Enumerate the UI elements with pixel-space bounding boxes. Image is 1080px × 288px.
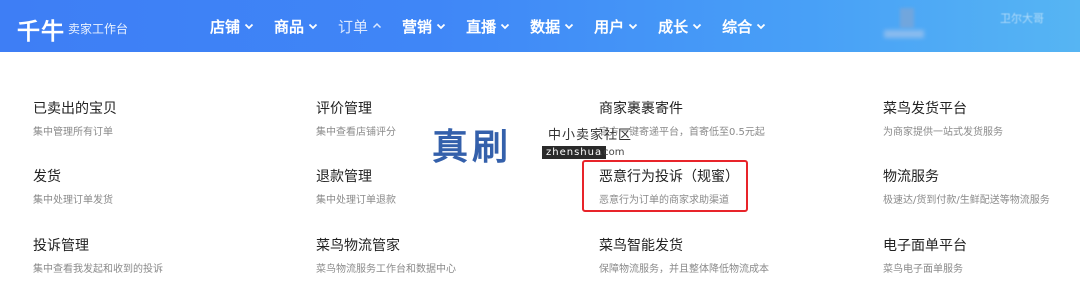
- chevron-down-icon: [500, 21, 510, 31]
- top-navbar: 千牛 卖家工作台 店铺 商品 订单 营销 直播 数据 用户 成长 综合 卫尔大哥: [0, 0, 1080, 52]
- nav-data-label: 数据: [530, 17, 561, 36]
- menu-item-title: 物流服务: [883, 169, 939, 185]
- nav-users-label: 用户: [594, 17, 625, 36]
- menu-item-desc: 极速达/货到付款/生鲜配送等物流服务: [883, 195, 1050, 206]
- nav-general[interactable]: 综合: [722, 16, 766, 37]
- menu-item-reviews[interactable]: 评价管理 集中查看店铺评分: [316, 98, 396, 138]
- menu-item-title: 发货: [33, 169, 61, 185]
- avatar[interactable]: [900, 8, 914, 28]
- nav-goods-label: 商品: [274, 17, 305, 36]
- nav-data[interactable]: 数据: [530, 16, 574, 37]
- menu-item-title: 商家裹裹寄件: [599, 101, 683, 117]
- menu-item-desc: 集中处理订单发货: [33, 195, 113, 206]
- orders-dropdown-menu: 已卖出的宝贝 集中管理所有订单 发货 集中处理订单发货 投诉管理 集中查看我发起…: [0, 52, 1080, 288]
- menu-item-complaints[interactable]: 投诉管理 集中查看我发起和收到的投诉: [33, 235, 163, 275]
- highlight-annotation-box: [582, 160, 748, 212]
- menu-item-e-waybill[interactable]: 电子面单平台 菜鸟电子面单服务: [883, 235, 967, 275]
- user-name[interactable]: 卫尔大哥: [1000, 10, 1044, 26]
- nav-growth[interactable]: 成长: [658, 16, 702, 37]
- nav-marketing-label: 营销: [402, 17, 433, 36]
- menu-item-desc: 保障物流服务，并且整体降低物流成本: [599, 264, 769, 275]
- app-logo[interactable]: 千牛: [17, 12, 65, 46]
- chevron-down-icon: [756, 21, 766, 31]
- menu-item-cainiao-logistics[interactable]: 菜鸟物流管家 菜鸟物流服务工作台和数据中心: [316, 235, 456, 275]
- menu-item-desc: 集中查看我发起和收到的投诉: [33, 264, 163, 275]
- menu-item-logistics-service[interactable]: 物流服务 极速达/货到付款/生鲜配送等物流服务: [883, 166, 1050, 206]
- menu-item-title: 菜鸟智能发货: [599, 238, 683, 254]
- menu-item-desc: 集中管理所有订单: [33, 127, 113, 138]
- nav-marketing[interactable]: 营销: [402, 16, 446, 37]
- menu-item-smart-shipping[interactable]: 菜鸟智能发货 保障物流服务，并且整体降低物流成本: [599, 235, 769, 275]
- menu-item-guoguo-shipping[interactable]: 商家裹裹寄件 官方一键寄递平台，首寄低至0.5元起: [599, 98, 765, 138]
- menu-item-desc: 菜鸟物流服务工作台和数据中心: [316, 264, 456, 275]
- menu-item-title: 电子面单平台: [883, 238, 967, 254]
- nav-shop[interactable]: 店铺: [210, 16, 254, 37]
- chevron-down-icon: [628, 21, 638, 31]
- menu-item-desc: 集中处理订单退款: [316, 195, 396, 206]
- nav-goods[interactable]: 商品: [274, 16, 318, 37]
- menu-item-desc: 菜鸟电子面单服务: [883, 264, 963, 275]
- menu-item-title: 菜鸟发货平台: [883, 101, 967, 117]
- chevron-up-icon: [372, 21, 382, 31]
- menu-item-desc: 集中查看店铺评分: [316, 127, 396, 138]
- nav-growth-label: 成长: [658, 17, 689, 36]
- nav-orders[interactable]: 订单: [338, 16, 382, 37]
- menu-item-sold-items[interactable]: 已卖出的宝贝 集中管理所有订单: [33, 98, 117, 138]
- chevron-down-icon: [244, 21, 254, 31]
- app-subtitle: 卖家工作台: [68, 22, 129, 36]
- menu-item-title: 评价管理: [316, 101, 372, 117]
- avatar-shadow: [884, 30, 924, 38]
- menu-item-title: 投诉管理: [33, 238, 89, 254]
- chevron-down-icon: [308, 21, 318, 31]
- nav-users[interactable]: 用户: [594, 16, 638, 37]
- nav-live-label: 直播: [466, 17, 497, 36]
- nav-live[interactable]: 直播: [466, 16, 510, 37]
- main-nav: 店铺 商品 订单 营销 直播 数据 用户 成长 综合: [210, 0, 786, 52]
- menu-item-ship[interactable]: 发货 集中处理订单发货: [33, 166, 113, 206]
- menu-item-title: 已卖出的宝贝: [33, 101, 117, 117]
- chevron-down-icon: [564, 21, 574, 31]
- menu-item-cainiao-ship-platform[interactable]: 菜鸟发货平台 为商家提供一站式发货服务: [883, 98, 1003, 138]
- menu-item-title: 菜鸟物流管家: [316, 238, 400, 254]
- nav-orders-label: 订单: [338, 17, 369, 36]
- chevron-down-icon: [692, 21, 702, 31]
- menu-item-desc: 为商家提供一站式发货服务: [883, 127, 1003, 138]
- menu-item-desc: 官方一键寄递平台，首寄低至0.5元起: [599, 127, 765, 138]
- nav-general-label: 综合: [722, 17, 753, 36]
- chevron-down-icon: [436, 21, 446, 31]
- menu-item-refunds[interactable]: 退款管理 集中处理订单退款: [316, 166, 396, 206]
- nav-shop-label: 店铺: [210, 17, 241, 36]
- menu-item-title: 退款管理: [316, 169, 372, 185]
